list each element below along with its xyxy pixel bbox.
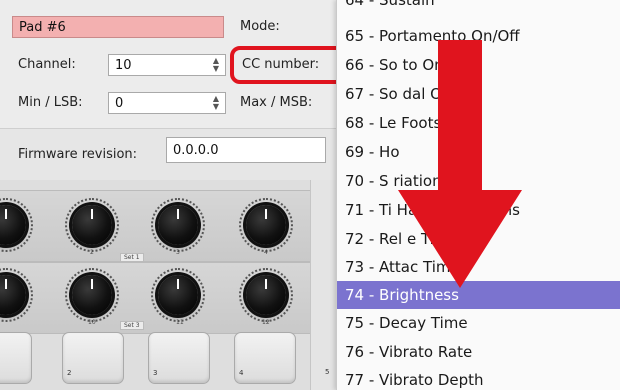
- controller-image: 2 3 4 Set 1 10 11 12 Set 3 2 3 4 5: [0, 180, 341, 390]
- knob-row-set3: 10 11 12 Set 3: [0, 262, 310, 334]
- set-label: Set 3: [120, 321, 144, 330]
- knob-row-set1: 2 3 4 Set 1: [0, 190, 310, 262]
- knob[interactable]: [151, 268, 205, 322]
- firmware-field: 0.0.0.0: [166, 137, 326, 163]
- firmware-row: Firmware revision: 0.0.0.0: [0, 128, 340, 181]
- knob[interactable]: [239, 268, 293, 322]
- pad-button[interactable]: 3: [148, 332, 210, 384]
- knob[interactable]: [0, 268, 33, 322]
- pad-name-field[interactable]: Pad #6: [12, 16, 224, 38]
- knob[interactable]: [0, 198, 33, 252]
- pad-button[interactable]: 4: [234, 332, 296, 384]
- list-item[interactable]: 76 - Vibrato Rate: [337, 338, 620, 366]
- pad-number: 5: [325, 368, 330, 376]
- firmware-value: 0.0.0.0: [173, 143, 219, 158]
- knob[interactable]: [151, 198, 205, 252]
- knob[interactable]: [239, 198, 293, 252]
- min-lsb-stepper[interactable]: 0 ▲ ▼: [108, 92, 226, 114]
- pad-name-value: Pad #6: [19, 20, 66, 35]
- channel-label: Channel:: [18, 57, 76, 72]
- pad-number: 2: [67, 369, 72, 377]
- pad-number: 4: [239, 369, 244, 377]
- knob-number: 3: [176, 249, 180, 256]
- min-lsb-value: 0: [115, 96, 124, 111]
- knob[interactable]: [65, 198, 119, 252]
- max-msb-label: Max / MSB:: [240, 95, 313, 110]
- cc-number-highlight: [230, 46, 346, 84]
- pad-button[interactable]: 2: [62, 332, 124, 384]
- min-lsb-label: Min / LSB:: [18, 95, 83, 110]
- knob-number: 11: [176, 319, 184, 326]
- knob-number: 12: [262, 319, 270, 326]
- channel-value: 10: [115, 58, 132, 73]
- set-label: Set 1: [120, 253, 144, 262]
- knob-number: 4: [264, 249, 268, 256]
- stepper-arrows-icon[interactable]: ▲ ▼: [211, 57, 221, 73]
- list-item[interactable]: 77 - Vibrato Depth: [337, 366, 620, 390]
- channel-stepper[interactable]: 10 ▲ ▼: [108, 54, 226, 76]
- list-item[interactable]: 64 - Sustain: [337, 0, 620, 14]
- stepper-arrows-icon[interactable]: ▲ ▼: [211, 95, 221, 111]
- pad-number: 3: [153, 369, 158, 377]
- mode-label: Mode:: [240, 19, 280, 34]
- firmware-label: Firmware revision:: [18, 147, 138, 162]
- knob-number: 10: [88, 319, 96, 326]
- down-arrow-icon: [398, 40, 522, 288]
- list-item[interactable]: 75 - Decay Time: [337, 309, 620, 337]
- knob-number: 2: [90, 249, 94, 256]
- knob[interactable]: [65, 268, 119, 322]
- pad-button[interactable]: [0, 332, 32, 384]
